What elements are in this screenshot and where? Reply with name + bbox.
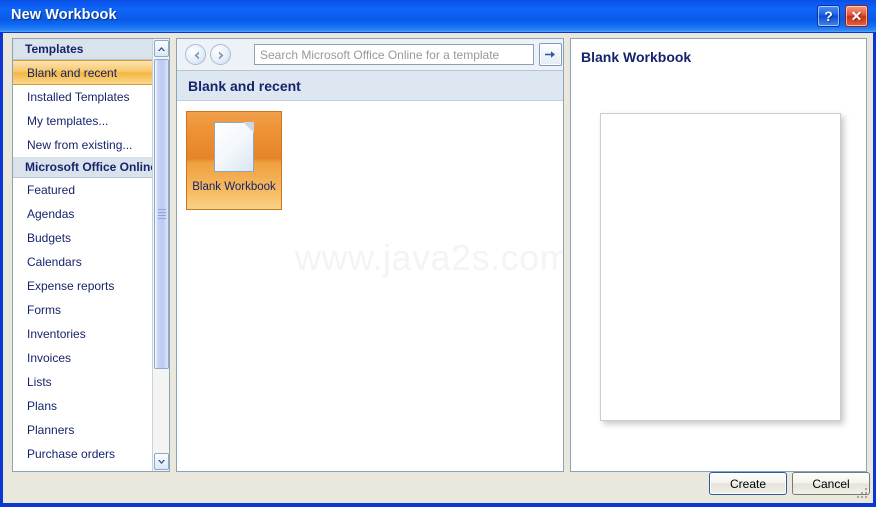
close-x-icon: ✕ xyxy=(850,8,863,24)
search-box[interactable] xyxy=(254,44,534,65)
scroll-down-button[interactable] xyxy=(154,453,169,470)
sidebar-item-new-from-existing[interactable]: New from existing... xyxy=(13,133,154,157)
scroll-up-button[interactable] xyxy=(154,40,169,57)
search-toolbar xyxy=(177,39,563,71)
sidebar-group-header: Microsoft Office Online xyxy=(13,157,157,178)
chevron-up-icon xyxy=(158,46,165,51)
sidebar-item-budgets[interactable]: Budgets xyxy=(13,226,154,250)
template-browser-panel: Blank and recent Blank Workbook www.java… xyxy=(176,38,564,472)
sidebar-scrollbar[interactable] xyxy=(152,39,169,471)
create-button[interactable]: Create xyxy=(709,472,787,495)
blank-document-icon xyxy=(214,122,254,172)
forward-button[interactable] xyxy=(210,44,231,65)
preview-title: Blank Workbook xyxy=(581,49,692,65)
section-title: Blank and recent xyxy=(177,71,563,101)
sidebar-item-agendas[interactable]: Agendas xyxy=(13,202,154,226)
sidebar-item-purchase-orders[interactable]: Purchase orders xyxy=(13,442,154,466)
scrollbar-thumb[interactable] xyxy=(154,59,169,369)
arrow-right-circle-icon xyxy=(219,51,224,60)
sidebar-item-planners[interactable]: Planners xyxy=(13,418,154,442)
window-title: New Workbook xyxy=(11,7,117,23)
chevron-down-icon xyxy=(158,459,165,464)
new-workbook-dialog: New Workbook ? ✕ Templates Blank and rece… xyxy=(0,0,876,507)
template-tile-grid: Blank Workbook xyxy=(177,102,563,471)
close-button[interactable]: ✕ xyxy=(845,5,868,27)
sidebar-item-invoices[interactable]: Invoices xyxy=(13,346,154,370)
templates-sidebar: Templates Blank and recent Installed Templ… xyxy=(12,38,170,472)
arrow-right-icon xyxy=(545,51,555,58)
cancel-button[interactable]: Cancel xyxy=(792,472,870,495)
search-go-button[interactable] xyxy=(539,43,562,66)
sidebar-item-my-templates[interactable]: My templates... xyxy=(13,109,154,133)
sidebar-item-featured[interactable]: Featured xyxy=(13,178,154,202)
sidebar-group-header: Templates xyxy=(13,39,154,60)
arrow-left-circle-icon xyxy=(194,51,199,60)
sidebar-item-calendars[interactable]: Calendars xyxy=(13,250,154,274)
sidebar-item-inventories[interactable]: Inventories xyxy=(13,322,154,346)
search-input[interactable] xyxy=(255,45,533,64)
scrollbar-grip xyxy=(158,209,166,219)
sidebar-list: Templates Blank and recent Installed Templ… xyxy=(13,39,157,471)
sidebar-item-expense-reports[interactable]: Expense reports xyxy=(13,274,154,298)
preview-page-thumbnail xyxy=(600,113,841,421)
question-mark-icon: ? xyxy=(824,8,833,24)
help-button[interactable]: ? xyxy=(817,5,840,27)
sidebar-item-plans[interactable]: Plans xyxy=(13,394,154,418)
sidebar-item-installed-templates[interactable]: Installed Templates xyxy=(13,85,154,109)
page-fold-corner-icon xyxy=(243,122,254,133)
back-button[interactable] xyxy=(185,44,206,65)
preview-panel: Blank Workbook xyxy=(570,38,867,472)
template-tile-label: Blank Workbook xyxy=(192,181,276,193)
title-bar: New Workbook ? ✕ xyxy=(0,0,876,33)
sidebar-item-blank-and-recent[interactable]: Blank and recent xyxy=(13,60,154,85)
template-tile[interactable]: Blank Workbook xyxy=(186,111,282,210)
sidebar-item-forms[interactable]: Forms xyxy=(13,298,154,322)
sidebar-item-lists[interactable]: Lists xyxy=(13,370,154,394)
